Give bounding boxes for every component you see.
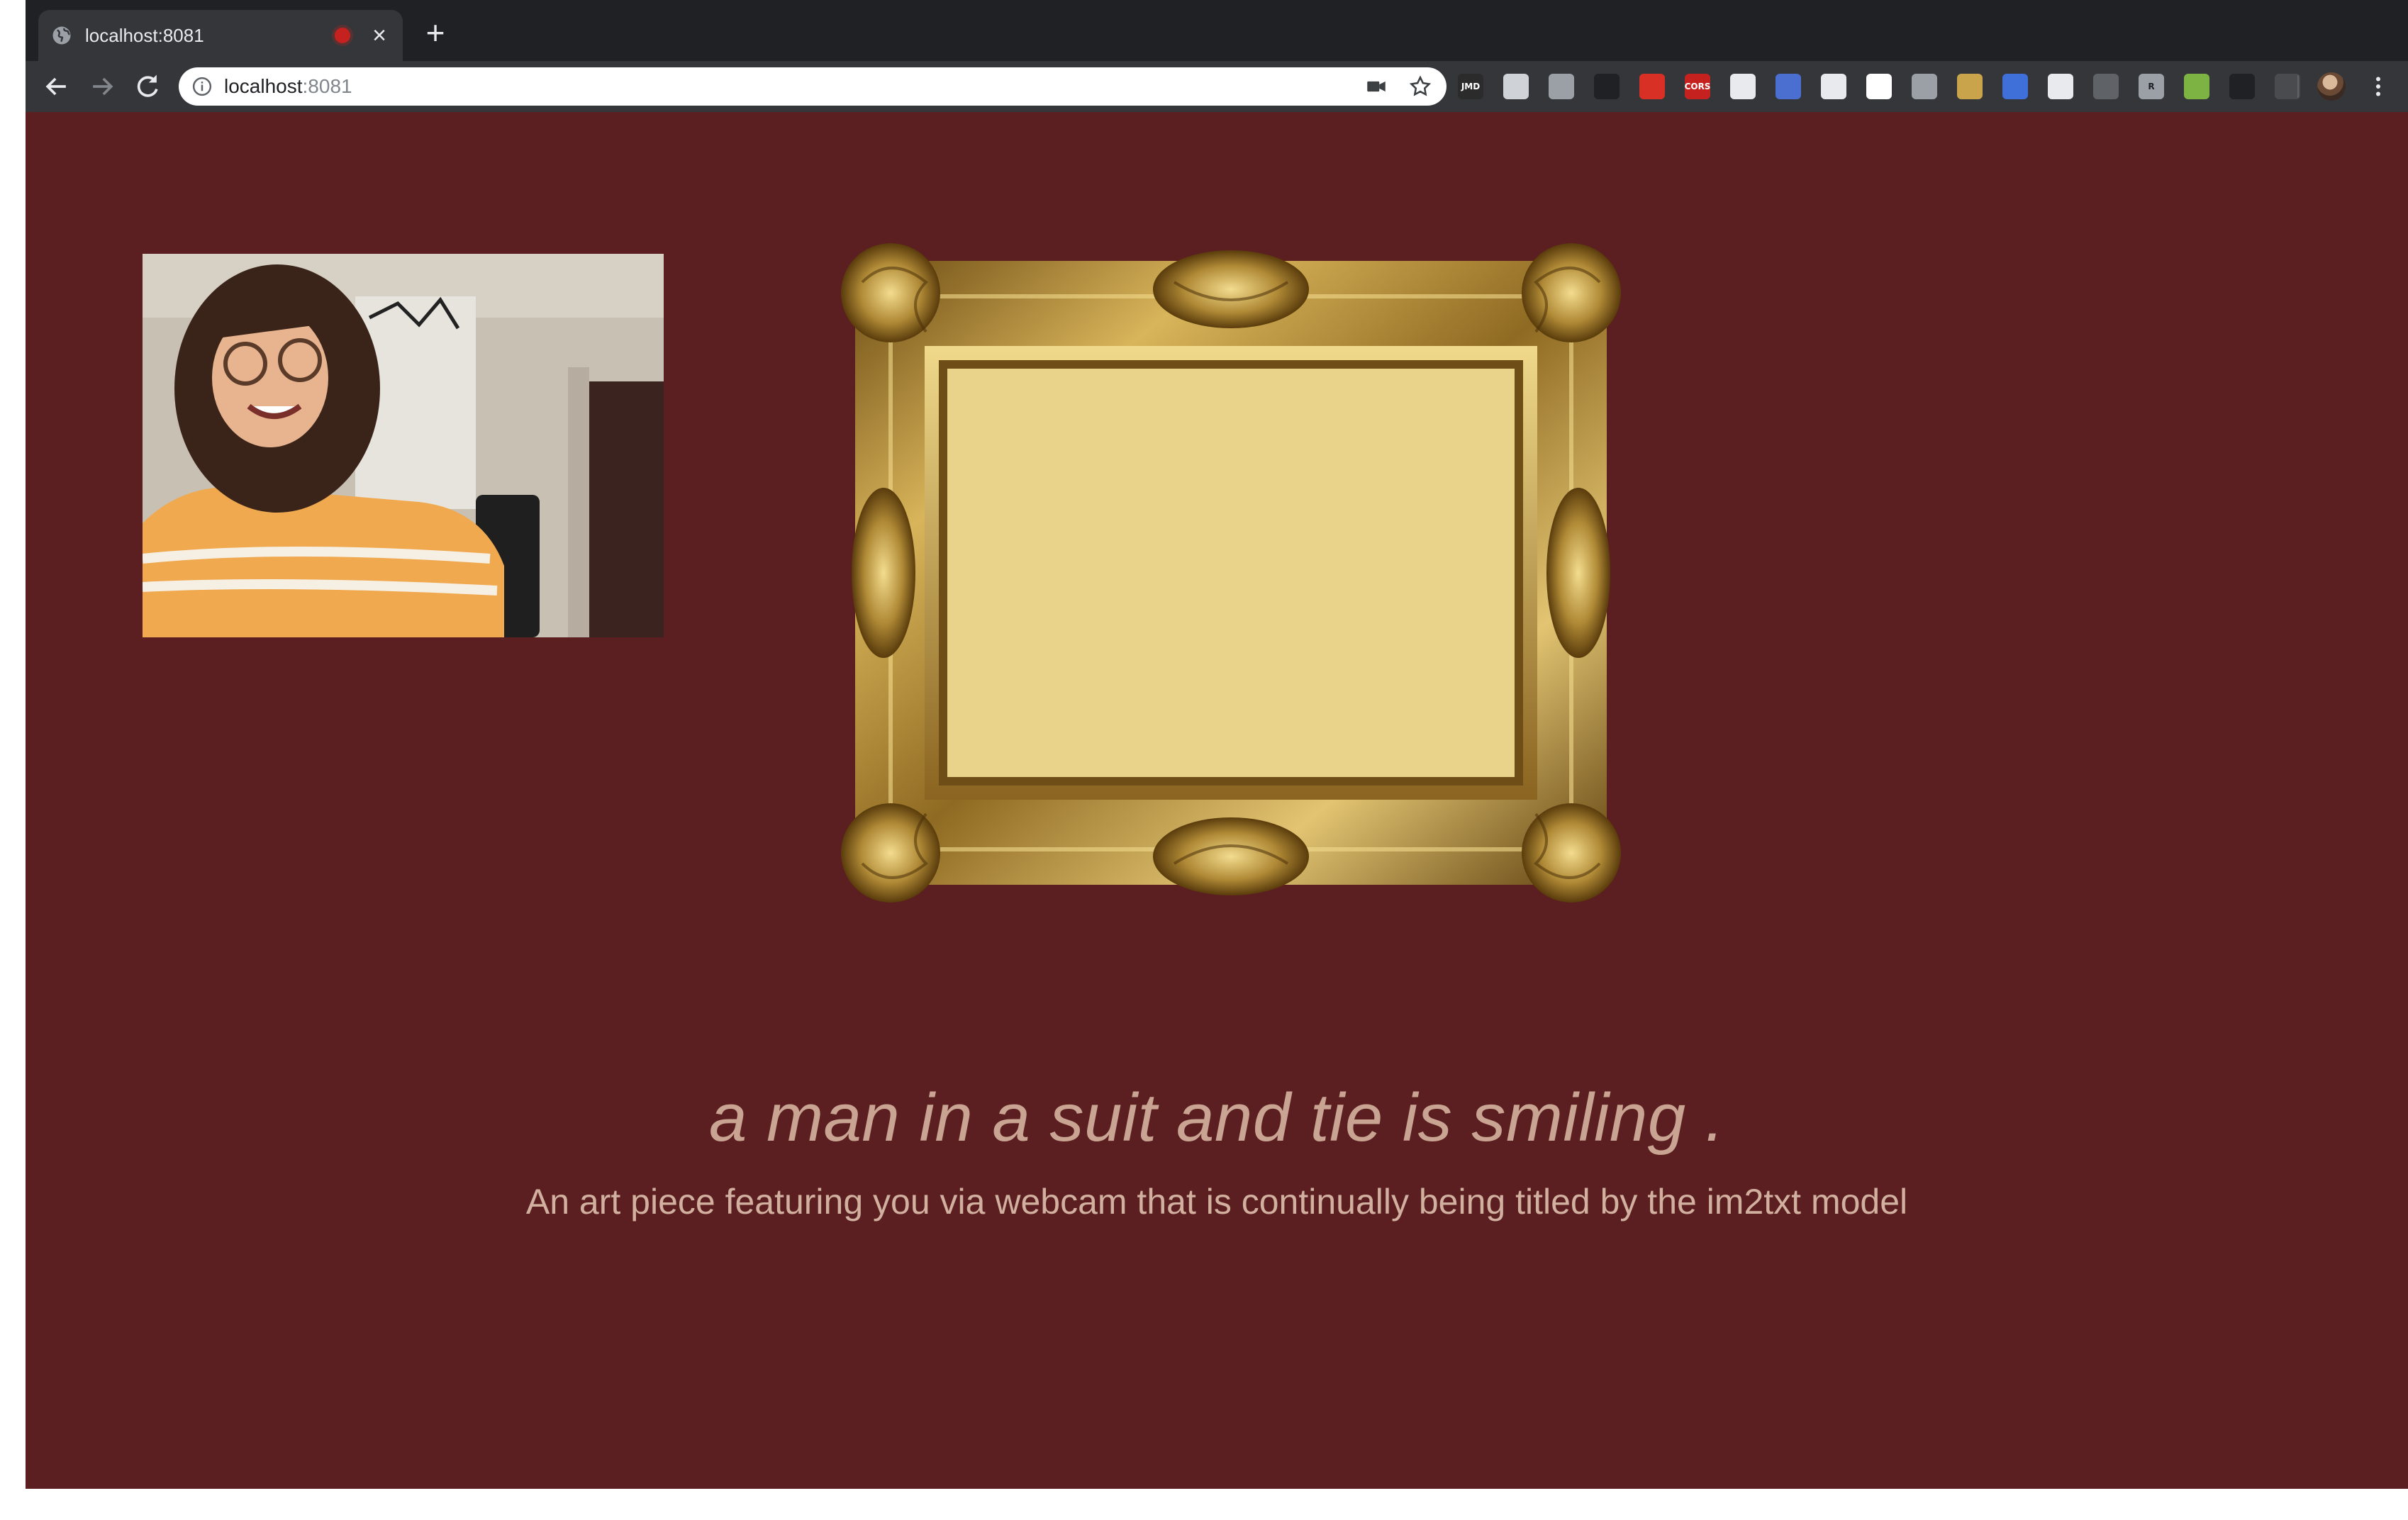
stop-hand-icon[interactable] bbox=[1639, 74, 1665, 99]
document-icon[interactable] bbox=[1503, 74, 1529, 99]
image-icon[interactable] bbox=[2184, 74, 2209, 99]
tab-localhost[interactable]: localhost:8081 × bbox=[38, 10, 403, 61]
tab-title: localhost:8081 bbox=[85, 24, 204, 46]
new-tab-button[interactable]: + bbox=[420, 16, 451, 49]
ghost-icon[interactable] bbox=[1866, 74, 1892, 99]
forward-arrow-icon[interactable] bbox=[87, 71, 118, 102]
card-icon[interactable] bbox=[1821, 74, 1846, 99]
close-circle-icon[interactable] bbox=[1730, 74, 1756, 99]
generated-caption: a man in a suit and tie is smiling . bbox=[709, 1080, 1724, 1156]
browser-toolbar: localhost:8081 JMD CORS R bbox=[26, 61, 2408, 112]
notebook-icon[interactable] bbox=[1957, 74, 1983, 99]
letter-icon[interactable]: R bbox=[2139, 74, 2164, 99]
extension-dark-label: JMD bbox=[1461, 82, 1481, 91]
extensions-bar: JMD CORS R bbox=[1458, 74, 2300, 99]
url-host: localhost bbox=[224, 75, 303, 97]
glasses-icon[interactable] bbox=[2229, 74, 2255, 99]
tab-strip: localhost:8081 × + bbox=[26, 0, 2408, 61]
browser-window: localhost:8081 × + localhost:8081 JMD C… bbox=[26, 0, 2408, 1489]
url-port: :8081 bbox=[302, 75, 352, 97]
recording-indicator-icon bbox=[335, 28, 350, 43]
laptop-icon[interactable] bbox=[1912, 74, 1937, 99]
profile-avatar[interactable] bbox=[2317, 72, 2346, 101]
grid-icon[interactable] bbox=[2093, 74, 2119, 99]
bookmark-star-icon[interactable] bbox=[1408, 74, 1432, 99]
webcam-video bbox=[143, 254, 664, 637]
camera-icon[interactable] bbox=[1364, 74, 1388, 99]
trash-icon[interactable] bbox=[2048, 74, 2073, 99]
tab-close-icon[interactable]: × bbox=[369, 23, 390, 48]
more-menu-icon[interactable] bbox=[2365, 74, 2391, 99]
toolbar-divider bbox=[2297, 75, 2299, 98]
faded-icon[interactable] bbox=[2275, 74, 2300, 99]
scissors-icon[interactable] bbox=[1549, 74, 1574, 99]
back-arrow-icon[interactable] bbox=[41, 71, 72, 102]
cors-icon[interactable]: CORS bbox=[1685, 74, 1710, 99]
ornate-gold-frame bbox=[841, 243, 1621, 903]
globe-favicon-icon bbox=[52, 26, 71, 45]
info-icon[interactable] bbox=[191, 76, 213, 97]
cors-label: CORS bbox=[1684, 82, 1711, 91]
globe-icon[interactable] bbox=[2002, 74, 2028, 99]
page-content: a man in a suit and tie is smiling . An … bbox=[26, 112, 2408, 1489]
shield-icon[interactable] bbox=[1776, 74, 1801, 99]
art-piece-description: An art piece featuring you via webcam th… bbox=[525, 1182, 1908, 1222]
address-bar[interactable]: localhost:8081 bbox=[179, 67, 1447, 106]
extension-dark-icon[interactable]: JMD bbox=[1458, 74, 1483, 99]
flask-icon[interactable] bbox=[1594, 74, 1620, 99]
reload-icon[interactable] bbox=[132, 71, 163, 102]
letter-label: R bbox=[2148, 82, 2155, 91]
